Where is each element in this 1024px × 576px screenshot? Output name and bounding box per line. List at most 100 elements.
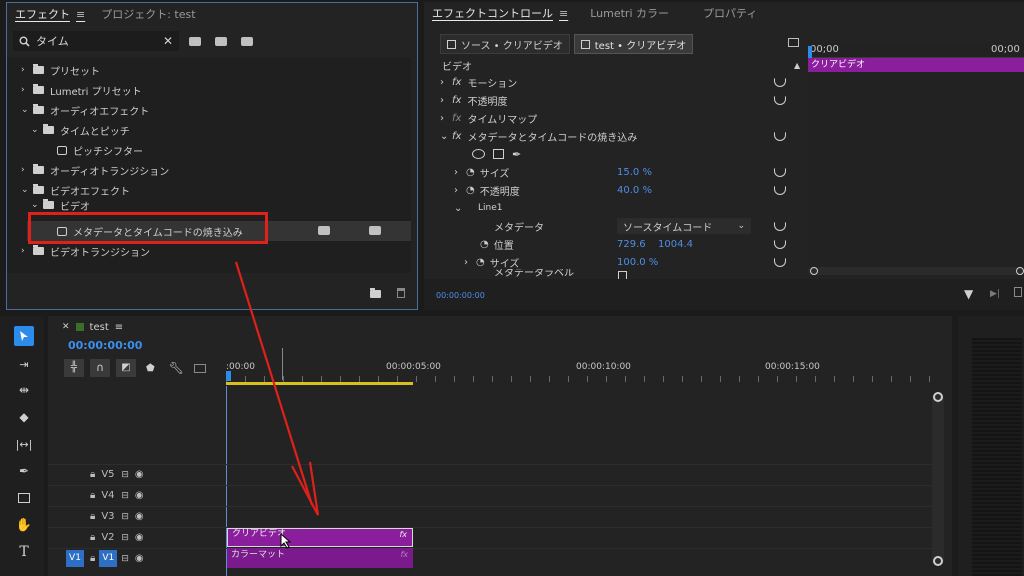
checkbox[interactable] (618, 271, 627, 279)
chevron-right-icon[interactable]: › (21, 246, 33, 256)
position-x-value[interactable]: 729.6 (617, 239, 646, 250)
timeline-timecode[interactable]: 00:00:00:00 (68, 339, 142, 352)
scroll-handle-bottom[interactable] (933, 556, 943, 566)
chevron-right-icon[interactable]: › (464, 257, 476, 268)
reset-icon[interactable] (774, 239, 786, 249)
lock-icon[interactable]: 🔒︎ (90, 511, 95, 522)
eye-icon[interactable]: ◉ (135, 490, 144, 501)
chevron-down-icon[interactable]: ⌄ (31, 125, 43, 135)
tree-item-time-and-pitch[interactable]: ⌄ タイムとピッチ (31, 120, 130, 140)
selection-tool[interactable] (14, 326, 34, 346)
source-clip-tab[interactable]: ソース • クリアビデオ (440, 34, 570, 54)
filter-icon[interactable]: ▼ (964, 287, 973, 301)
sync-lock-icon[interactable]: ⊟ (121, 470, 129, 480)
row-opacity[interactable]: › fx 不透明度 (424, 91, 796, 109)
position-y-value[interactable]: 1004.4 (658, 239, 693, 250)
chevron-right-icon[interactable]: › (21, 65, 33, 75)
chevron-down-icon[interactable]: ⌄ (31, 200, 43, 210)
reset-icon[interactable] (774, 257, 786, 267)
export-icon[interactable] (1014, 287, 1022, 297)
size-value[interactable]: 15.0 % (617, 167, 652, 178)
razor-tool[interactable]: ◆ (14, 407, 34, 427)
eye-icon[interactable]: ◉ (135, 532, 144, 543)
delete-icon[interactable] (397, 288, 405, 298)
tab-project[interactable]: プロジェクト: test (93, 3, 203, 25)
track-select-tool[interactable]: ⇥ (14, 354, 34, 374)
row-size[interactable]: › ◔ サイズ 15.0 % (424, 163, 796, 181)
reset-icon[interactable] (774, 167, 786, 177)
chevron-right-icon[interactable]: › (440, 113, 452, 124)
chevron-right-icon[interactable]: › (440, 77, 452, 88)
panel-menu-icon[interactable]: ≡ (76, 8, 85, 21)
clear-search-icon[interactable]: ✕ (163, 34, 173, 48)
scroll-handle-left[interactable] (810, 267, 818, 275)
chevron-right-icon[interactable]: › (454, 167, 466, 178)
scroll-handle-right[interactable] (1016, 267, 1024, 275)
sync-lock-icon[interactable]: ⊟ (121, 491, 129, 501)
accelerated-effects-filter-icon[interactable] (189, 36, 201, 46)
clip-color-matte[interactable]: カラーマット fx (227, 548, 413, 568)
metadata-dropdown[interactable]: ソースタイムコード ⌄ (617, 218, 751, 234)
sync-lock-icon[interactable]: ⊟ (121, 512, 129, 522)
row-opacity-param[interactable]: › ◔ 不透明度 40.0 % (424, 181, 796, 199)
pen-mask-icon[interactable]: ✒ (512, 148, 521, 161)
new-bin-icon[interactable] (370, 288, 381, 298)
stopwatch-icon[interactable]: ◔ (476, 257, 485, 268)
slip-tool[interactable]: |↔| (14, 434, 34, 454)
tree-item-audio-effects[interactable]: ⌄ オーディオエフェクト (21, 100, 149, 120)
row-metadata-burnin[interactable]: ⌄ fx メタデータとタイムコードの焼き込み (424, 127, 796, 145)
collapse-up-icon[interactable]: ▲ (794, 61, 800, 70)
row-motion[interactable]: › fx モーション (424, 73, 796, 91)
reset-icon[interactable] (774, 77, 786, 87)
toggle-timeline-icon[interactable] (788, 38, 799, 47)
row-time-remap[interactable]: › fx タイムリマップ (424, 109, 796, 127)
eye-icon[interactable]: ◉ (135, 553, 144, 564)
mini-ruler[interactable]: 00;00 00;00 (808, 42, 1024, 58)
row-metadata-label[interactable]: メタデータラベル (424, 269, 796, 279)
sequence-tab[interactable]: ✕ test ≡ (62, 318, 123, 336)
stopwatch-icon[interactable]: ◔ (466, 185, 475, 196)
tree-item-presets[interactable]: › プリセット (21, 60, 100, 80)
stopwatch-icon[interactable]: ◔ (480, 239, 489, 250)
panel-menu-icon[interactable]: ≡ (559, 7, 568, 20)
reset-icon[interactable] (774, 185, 786, 195)
captions-icon[interactable] (193, 363, 206, 373)
tree-item-audio-transitions[interactable]: › オーディオトランジション (21, 160, 169, 180)
pen-tool[interactable]: ✒ (14, 461, 34, 481)
reset-icon[interactable] (774, 95, 786, 105)
chevron-right-icon[interactable]: › (21, 165, 33, 175)
chevron-down-icon[interactable]: ⌄ (21, 185, 33, 195)
linked-selection-icon[interactable]: ◩ (116, 359, 136, 377)
sync-lock-icon[interactable]: ⊟ (121, 554, 129, 564)
chevron-right-icon[interactable]: › (454, 185, 466, 196)
line-size-value[interactable]: 100.0 % (617, 257, 658, 268)
clip-clear-video[interactable]: クリアビデオ fx (227, 528, 413, 547)
type-tool[interactable]: T (14, 542, 34, 562)
chevron-down-icon[interactable]: ⌄ (454, 203, 478, 214)
lock-icon[interactable]: 🔒︎ (90, 469, 95, 480)
nest-icon[interactable]: ╬ (64, 359, 84, 377)
chevron-down-icon[interactable]: ⌄ (21, 105, 33, 115)
ellipse-mask-icon[interactable] (472, 149, 485, 159)
eye-icon[interactable]: ◉ (135, 511, 144, 522)
tree-item-lumetri-presets[interactable]: › Lumetri プリセット (21, 80, 142, 100)
wrench-icon[interactable]: 🔧︎ (169, 361, 184, 375)
mini-zoom-scrollbar[interactable] (808, 267, 1024, 275)
sequence-clip-tab[interactable]: test • クリアビデオ (573, 34, 694, 54)
playhead-head[interactable] (226, 371, 231, 381)
32bit-filter-icon[interactable] (215, 36, 227, 46)
reset-icon[interactable] (774, 131, 786, 141)
tree-item-video-effects[interactable]: ⌄ ビデオエフェクト (21, 180, 130, 200)
scroll-handle-top[interactable] (933, 392, 943, 402)
tree-item-pitch-shifter[interactable]: ピッチシフター (57, 140, 143, 160)
mini-clip[interactable]: クリアビデオ (808, 58, 1024, 72)
current-timecode[interactable]: 00:00:00:00 (436, 291, 485, 300)
yuv-filter-icon[interactable] (241, 36, 253, 46)
row-position[interactable]: ◔ 位置 729.6 1004.4 (424, 235, 796, 253)
tree-item-video-transitions[interactable]: › ビデオトランジション (21, 241, 150, 261)
opacity-value[interactable]: 40.0 % (617, 185, 652, 196)
playhead-marker[interactable] (808, 46, 812, 58)
close-icon[interactable]: ✕ (62, 322, 70, 332)
track-target-v1[interactable]: V1 (99, 550, 118, 567)
tab-properties[interactable]: プロパティ (695, 2, 765, 24)
